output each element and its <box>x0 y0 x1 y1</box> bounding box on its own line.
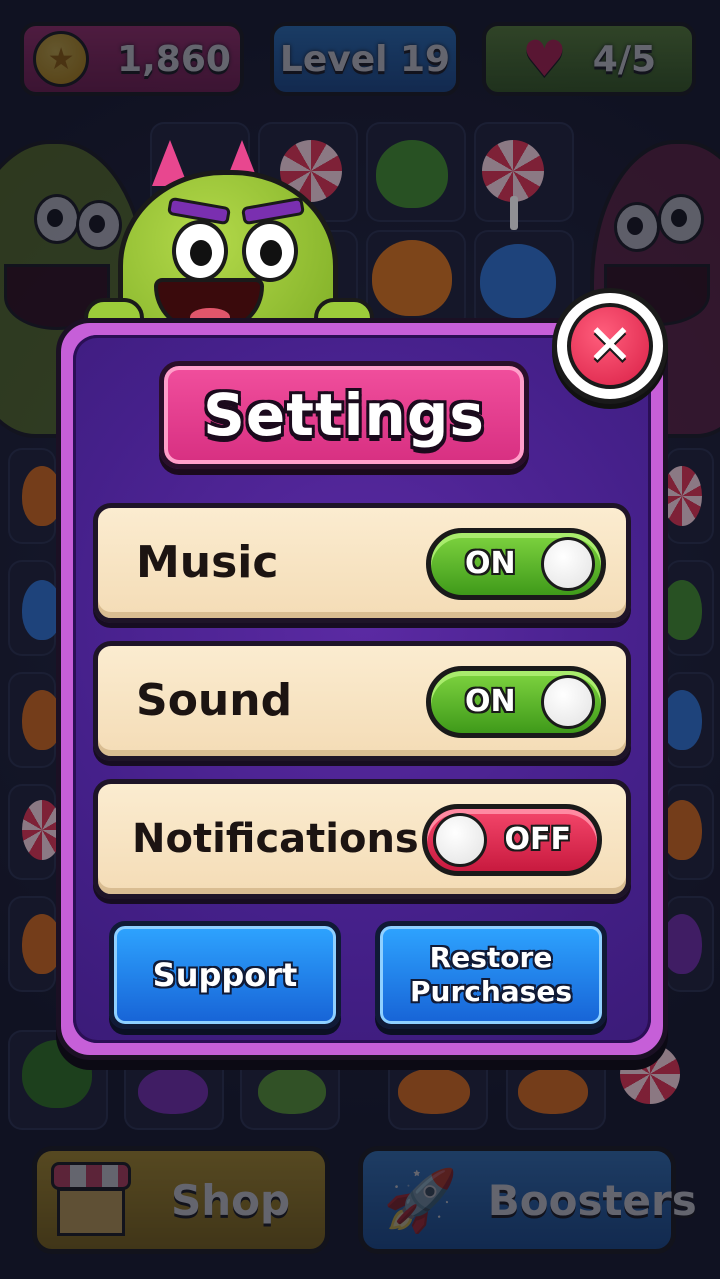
sound-toggle-state: ON <box>465 684 516 719</box>
toggle-knob <box>541 537 595 591</box>
dialog-title: Settings <box>203 381 485 449</box>
toggle-knob <box>433 813 487 867</box>
title-plaque: Settings <box>159 361 529 469</box>
notifications-label: Notifications <box>132 816 419 862</box>
settings-dialog: Settings Music ON Sound ON Notifications… <box>56 318 668 1060</box>
close-button[interactable]: ✕ <box>552 288 668 404</box>
support-button[interactable]: Support <box>109 921 341 1029</box>
restore-label-line1: Restore <box>429 941 553 974</box>
monster-eye <box>242 220 298 282</box>
restore-label-line2: Purchases <box>409 975 572 1008</box>
setting-row-sound: Sound ON <box>93 641 631 761</box>
sound-toggle[interactable]: ON <box>426 666 606 738</box>
music-label: Music <box>136 537 279 588</box>
toggle-knob <box>541 675 595 729</box>
music-toggle-state: ON <box>465 546 516 581</box>
monster-eye <box>172 220 228 282</box>
restore-purchases-button[interactable]: Restore Purchases <box>375 921 607 1029</box>
sound-label: Sound <box>136 675 293 726</box>
setting-row-music: Music ON <box>93 503 631 623</box>
music-toggle[interactable]: ON <box>426 528 606 600</box>
close-icon: ✕ <box>567 303 653 389</box>
notifications-toggle[interactable]: OFF <box>422 804 602 876</box>
notifications-toggle-state: OFF <box>504 822 572 857</box>
setting-row-notifications: Notifications OFF <box>93 779 631 899</box>
restore-purchases-label: Restore Purchases <box>410 941 572 1009</box>
support-label: Support <box>152 956 298 994</box>
